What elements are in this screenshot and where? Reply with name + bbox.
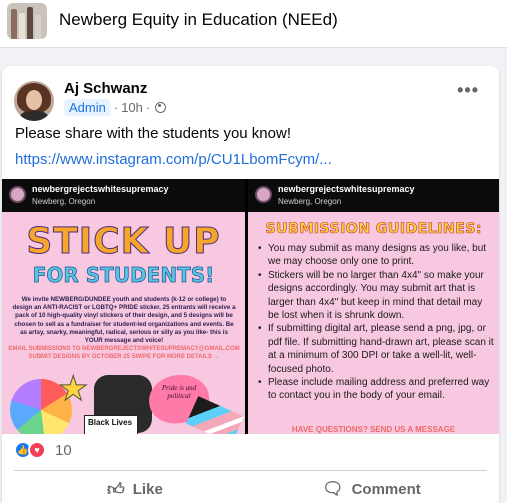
- instagram-location: Newberg, Oregon: [278, 197, 342, 206]
- group-name[interactable]: Newberg Equity in Education (NEEd): [59, 10, 338, 30]
- poster-subheadline: FOR STUDENTS!: [32, 263, 215, 288]
- guideline-item: Stickers will be no larger than 4x4" so …: [258, 269, 496, 323]
- comment-button[interactable]: 🗨︎ Comment: [322, 479, 421, 499]
- instagram-location: Newberg, Oregon: [32, 197, 96, 206]
- poster-headline: STICK UP: [26, 221, 221, 263]
- audience-icon[interactable]: [155, 102, 167, 113]
- admin-badge: Admin: [64, 99, 111, 116]
- guideline-item: Please include mailing address and prefe…: [258, 376, 496, 403]
- author-avatar[interactable]: [14, 81, 54, 121]
- poster-invite-text: We invite NEWBERG/DUNDEE youth and stude…: [12, 296, 236, 345]
- author-name[interactable]: Aj Schwanz: [64, 80, 147, 97]
- thumbs-up-icon: 👍︎: [107, 480, 125, 499]
- action-divider: [14, 470, 487, 471]
- black-lives-sticker: Black Lives: [84, 415, 138, 434]
- instagram-avatar: [9, 186, 26, 203]
- instagram-username: newbergrejectswhitesupremacy: [278, 184, 415, 194]
- more-options-icon[interactable]: •••: [457, 80, 479, 101]
- instagram-avatar: [255, 186, 272, 203]
- like-label: Like: [132, 481, 163, 498]
- instagram-header: newbergrejectswhitesupremacy Newberg, Or…: [2, 179, 245, 212]
- reaction-count: 10: [55, 441, 72, 459]
- love-reaction-icon: ♥: [28, 441, 46, 459]
- guidelines-title: SUBMISSION GUIDELINES:: [265, 221, 482, 238]
- guidelines-list: You may submit as many designs as you li…: [258, 242, 496, 403]
- post-timestamp[interactable]: 10h: [121, 100, 143, 115]
- instagram-username: newbergrejectswhitesupremacy: [32, 184, 169, 194]
- guidelines-footer: HAVE QUESTIONS? SEND US A MESSAGE: [291, 425, 456, 434]
- poster-email-line: EMAIL SUBMISSIONS TO NEWBERGREJECTSWHITE…: [8, 346, 240, 360]
- trans-flag-sticker: [186, 396, 244, 434]
- comment-label: Comment: [351, 480, 421, 498]
- instagram-header: newbergrejectswhitesupremacy Newberg, Or…: [248, 179, 499, 212]
- group-cover-thumbnail[interactable]: [7, 3, 47, 39]
- post-card: Aj Schwanz Admin · 10h · ••• Please shar…: [2, 66, 499, 503]
- gallery-image-2[interactable]: newbergrejectswhitesupremacy Newberg, Or…: [248, 179, 499, 434]
- group-header: Newberg Equity in Education (NEEd): [0, 0, 507, 48]
- guideline-item: You may submit as many designs as you li…: [258, 242, 496, 269]
- meta-separator: ·: [145, 100, 151, 115]
- like-button[interactable]: 👍︎ Like: [107, 479, 163, 500]
- post-link[interactable]: https://www.instagram.com/p/CU1LbomFcym/…: [15, 151, 332, 168]
- star-sticker-icon: ★: [57, 370, 89, 409]
- reaction-summary[interactable]: 👍 ♥ 10: [14, 441, 72, 459]
- meta-separator: ·: [113, 100, 119, 115]
- comment-bubble-icon: 🗨︎: [322, 479, 344, 498]
- post-text: Please share with the students you know!: [15, 125, 291, 142]
- gallery-image-1[interactable]: newbergrejectswhitesupremacy Newberg, Or…: [2, 179, 245, 434]
- guideline-item: If submitting digital art, please send a…: [258, 322, 496, 376]
- post-meta: Admin · 10h ·: [64, 99, 167, 116]
- image-gallery: newbergrejectswhitesupremacy Newberg, Or…: [2, 179, 499, 434]
